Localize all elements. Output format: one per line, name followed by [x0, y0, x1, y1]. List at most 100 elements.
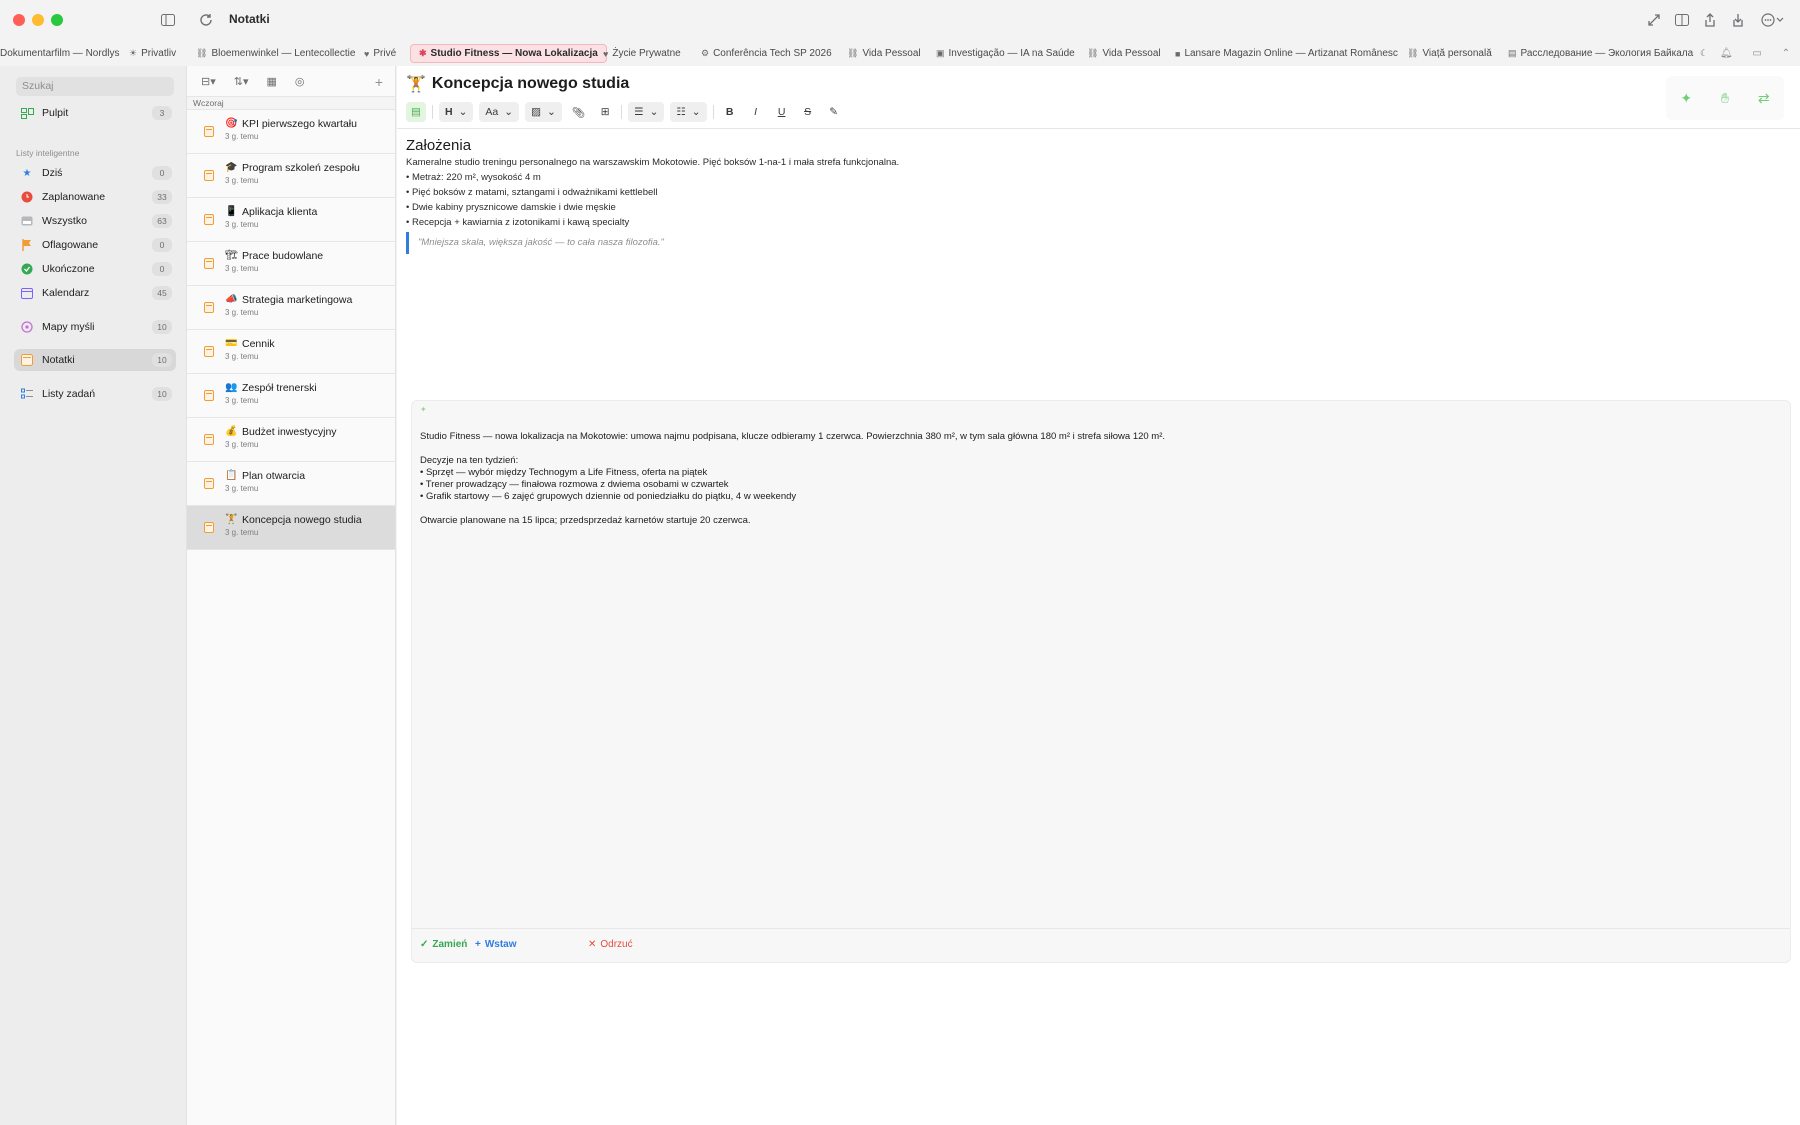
tab-dokumentarfilm[interactable]: Dokumentarfilm — Nordlys — [0, 44, 119, 63]
star-icon: ★ — [22, 167, 32, 179]
more-options-icon[interactable] — [1760, 11, 1786, 29]
strikethrough-button[interactable]: S — [798, 102, 818, 122]
note-emoji: 💰 — [225, 426, 238, 437]
select-check-icon[interactable]: ◎ — [295, 75, 305, 88]
tab-vida-pessoal-2[interactable]: ⛓ Vida Pessoal — [1087, 44, 1161, 63]
bag-icon: ■ — [1175, 48, 1181, 59]
italic-button[interactable]: I — [746, 102, 766, 122]
count-badge: 10 — [152, 320, 172, 334]
tab-vida-pessoal[interactable]: ⛓ Vida Pessoal — [847, 44, 921, 63]
note-date: 3 g. temu — [225, 308, 259, 317]
tab-lansare-magazin[interactable]: ■ Lansare Magazin Online — Artizanat Româ… — [1175, 44, 1398, 63]
view-mode-icon[interactable]: ▦ — [267, 75, 277, 88]
zoom-window-button[interactable] — [51, 14, 63, 26]
note-icon — [204, 478, 214, 489]
note-emoji: 🏋 — [225, 514, 238, 525]
note-row[interactable]: 💰 Budżet inwestycyjny 3 g. temu — [187, 418, 395, 462]
note-row[interactable]: 🏋 Koncepcja nowego studia 3 g. temu — [187, 506, 395, 550]
sidebar-item-pulpit[interactable]: Pulpit 3 — [14, 102, 176, 124]
tab-prive[interactable]: ♥ Privé — [364, 44, 396, 63]
note-row[interactable]: 📱 Aplikacja klienta 3 g. temu — [187, 198, 395, 242]
sidebar-item-dzis[interactable]: ★ Dziś 0 — [14, 162, 176, 184]
note-icon — [204, 346, 214, 357]
sidebar-item-zaplanowane[interactable]: Zaplanowane 33 — [14, 186, 176, 208]
table-icon[interactable]: ⊞ — [595, 102, 615, 122]
tab-zycie-prywatne[interactable]: ♥ Życie Prywatne — [603, 44, 681, 63]
split-view-icon[interactable] — [1672, 11, 1692, 29]
tab-privatliv[interactable]: ☀ Privatliv — [129, 44, 176, 63]
tab-conferencia[interactable]: ⚙ Conferência Tech SP 2026 — [701, 44, 832, 63]
tab-studio-fitness[interactable]: ✱ Studio Fitness — Nowa Lokalizacja — [410, 44, 607, 63]
chevron-up-icon[interactable]: ⌃ — [1782, 48, 1790, 59]
note-list-toolbar: ⊟▾ ⇅▾ ▦ ◎ + — [187, 66, 395, 96]
sort-icon[interactable]: ⇅▾ — [234, 75, 249, 88]
note-date: 3 g. temu — [225, 528, 259, 537]
note-row[interactable]: 💳 Cennik 3 g. temu — [187, 330, 395, 374]
note-date: 3 g. temu — [225, 440, 259, 449]
note-icon — [204, 390, 214, 401]
tab-strip: Dokumentarfilm — Nordlys ☀ Privatliv ⛓ Blo… — [0, 40, 1800, 66]
note-title: Koncepcja nowego studia — [242, 514, 362, 526]
close-window-button[interactable] — [13, 14, 25, 26]
note-row[interactable]: 🏗 Prace budowlane 3 g. temu — [187, 242, 395, 286]
underline-button[interactable]: U — [772, 102, 792, 122]
list-dropdown[interactable]: ☷ ⌄ — [670, 102, 707, 122]
tab-viata-personala[interactable]: ⛓ Viață personală — [1407, 44, 1492, 63]
mind-map-icon — [20, 320, 34, 334]
ai-panel-footer: ✓ Zamień + Wstaw ✕ Odrzuć — [412, 928, 1790, 962]
discard-button[interactable]: ✕ Odrzuć — [588, 939, 633, 950]
note-row[interactable]: 👥 Zespół trenerski 3 g. temu — [187, 374, 395, 418]
sidebar-toggle-icon[interactable] — [158, 11, 178, 29]
note-title[interactable]: 🏋 Koncepcja nowego studia — [406, 74, 629, 94]
sync-icon[interactable] — [196, 11, 216, 29]
sidebar-item-label: Mapy myśli — [42, 321, 95, 333]
chevron-down-icon: ⌄ — [546, 106, 556, 118]
document-icon[interactable]: ▤ — [406, 102, 426, 122]
attachment-icon[interactable]: 📎︎ — [568, 102, 589, 122]
image-dropdown[interactable]: ▨ ⌄ — [525, 102, 562, 122]
heading-dropdown[interactable]: H ⌄ — [439, 102, 474, 122]
inbox-filter-icon[interactable]: ⊟▾ — [201, 75, 216, 88]
translate-icon[interactable]: ⇄ — [1758, 90, 1770, 107]
insert-button[interactable]: + Wstaw — [475, 939, 517, 950]
note-row[interactable]: 🎯 KPI pierwszego kwartału 3 g. temu — [187, 110, 395, 154]
hand-icon[interactable]: ✋︎ — [1721, 90, 1729, 107]
note-row[interactable]: 🎓 Program szkoleń zespołu 3 g. temu — [187, 154, 395, 198]
note-row[interactable]: 📋 Plan otwarcia 3 g. temu — [187, 462, 395, 506]
sidebar-item-ukonczone[interactable]: Ukończone 0 — [14, 258, 176, 280]
bold-button[interactable]: B — [720, 102, 740, 122]
share-icon[interactable] — [1700, 11, 1720, 29]
bullet-item: • Metraż: 220 m², wysokość 4 m — [406, 172, 541, 183]
search-input[interactable]: Szukaj — [16, 77, 174, 96]
count-badge: 63 — [152, 214, 172, 228]
tab-bloemenwinkel[interactable]: ⛓ Bloemenwinkel — Lentecollectie — [196, 44, 355, 63]
tab-investigacao[interactable]: ▣ Investigação — IA na Saúde — [936, 44, 1075, 63]
note-title: Cennik — [242, 338, 275, 350]
ai-suggestion-panel: ✦ Studio Fitness — nowa lokalizacja na M… — [411, 400, 1791, 963]
sidebar-item-oflagowane[interactable]: Oflagowane 0 — [14, 234, 176, 256]
bell-icon[interactable]: 🔔︎ — [1720, 48, 1733, 59]
sidebar-item-notatki[interactable]: Notatki 10 — [14, 349, 176, 371]
calendar-icon — [20, 286, 34, 300]
export-icon[interactable] — [1728, 11, 1748, 29]
chevron-down-icon: ⌄ — [649, 106, 659, 118]
sidebar-item-listy-zadan[interactable]: Listy zadań 10 — [14, 383, 176, 405]
sidebar-item-wszystko[interactable]: Wszystko 63 — [14, 210, 176, 232]
align-dropdown[interactable]: ☰ ⌄ — [628, 102, 665, 122]
tab-rassledovanie[interactable]: ▤ Расследование — Экология Байкала — [1508, 44, 1693, 63]
highlight-pen-icon[interactable]: ✎ — [824, 102, 844, 122]
font-dropdown[interactable]: Aa ⌄ — [479, 102, 520, 122]
note-title: Prace budowlane — [242, 250, 324, 262]
sidebar-item-kalendarz[interactable]: Kalendarz 45 — [14, 282, 176, 304]
sparkle-icon[interactable]: ✦ — [1680, 90, 1692, 107]
note-row[interactable]: 📣 Strategia marketingowa 3 g. temu — [187, 286, 395, 330]
note-title: Plan otwarcia — [242, 470, 306, 482]
expand-icon[interactable] — [1644, 11, 1664, 29]
tab-label: Vida Pessoal — [1102, 48, 1161, 59]
panel-icon[interactable]: ▭ — [1752, 48, 1761, 59]
sidebar-item-mapy-mysli[interactable]: Mapy myśli 10 — [14, 316, 176, 338]
replace-button[interactable]: ✓ Zamień — [420, 939, 467, 950]
moon-icon: ☾ — [1700, 48, 1709, 58]
add-note-icon[interactable]: + — [375, 74, 383, 90]
minimize-window-button[interactable] — [32, 14, 44, 26]
